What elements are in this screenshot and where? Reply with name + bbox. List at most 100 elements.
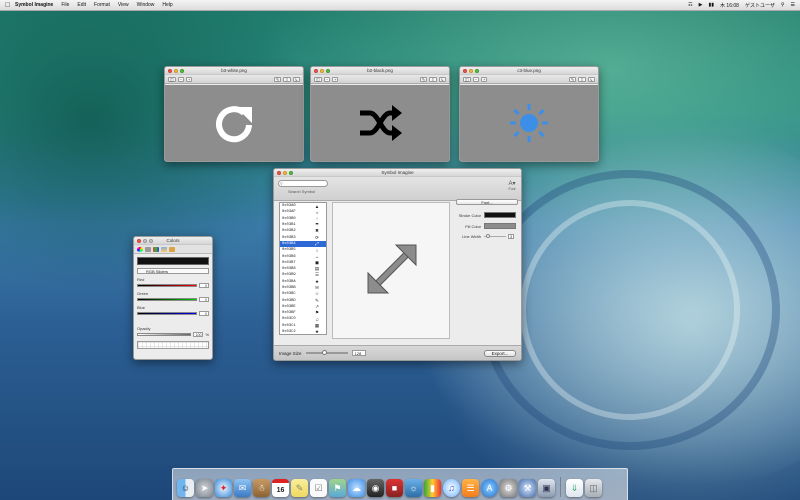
menu-edit[interactable]: Edit	[77, 2, 86, 8]
symbol-glyph-icon: ☂	[314, 222, 320, 228]
font-popup[interactable]: Font...	[456, 199, 518, 205]
mail-icon[interactable]: ✉	[234, 479, 251, 497]
image-size-field[interactable]: 128	[351, 350, 366, 356]
image-palette-icon[interactable]	[161, 247, 167, 252]
notification-center-icon[interactable]: ☰	[791, 2, 795, 8]
fill-color-well[interactable]	[484, 223, 516, 229]
image-size-slider[interactable]	[305, 350, 348, 356]
calendar-icon[interactable]: 16	[272, 479, 289, 497]
menu-clock[interactable]: 木 16:08	[720, 2, 739, 9]
ibooks-icon[interactable]: ☰	[462, 479, 479, 497]
list-item[interactable]: 0x03C2 ★	[280, 329, 326, 334]
wifi-icon[interactable]: ☶	[688, 2, 692, 8]
zoom-out-icon[interactable]: −	[323, 76, 331, 82]
menu-format[interactable]: Format	[94, 2, 110, 8]
menu-file[interactable]: File	[61, 2, 69, 8]
green-slider[interactable]	[137, 298, 197, 301]
close-button[interactable]	[463, 68, 467, 73]
spotlight-icon[interactable]: ⚲	[781, 2, 785, 8]
green-value[interactable]: 0	[199, 297, 209, 302]
system-preferences-icon[interactable]: ⚙	[500, 479, 517, 497]
notes-icon[interactable]: ✎	[291, 479, 308, 497]
zoom-button[interactable]	[475, 68, 479, 73]
slider-knob[interactable]	[321, 350, 327, 356]
downloads-stack-icon[interactable]: ⇓	[566, 479, 583, 497]
iphoto-icon[interactable]: ☼	[405, 479, 422, 497]
launchpad-icon[interactable]: ➤	[196, 479, 213, 497]
edit-icon[interactable]: ↳	[438, 76, 446, 82]
edit-icon[interactable]: ↳	[587, 76, 595, 82]
slider-mode-select[interactable]: RGB Sliders	[137, 268, 209, 274]
zoom-in-icon[interactable]: +	[481, 76, 488, 82]
facetime-icon[interactable]: ◉	[367, 479, 384, 497]
share-icon[interactable]: ⇧	[578, 76, 586, 82]
close-button[interactable]	[168, 68, 172, 73]
minimize-button[interactable]	[283, 170, 287, 175]
reminders-icon[interactable]: ☑	[310, 479, 327, 497]
line-width-slider[interactable]	[484, 233, 506, 238]
edit-icon[interactable]: ↳	[292, 76, 300, 82]
palette-icon[interactable]	[153, 247, 159, 252]
zoom-out-icon[interactable]: −	[177, 76, 185, 82]
stroke-color-well[interactable]	[484, 212, 516, 218]
annotate-icon[interactable]: ✎	[568, 76, 577, 82]
minimize-button[interactable]	[174, 68, 178, 73]
battery-icon[interactable]: ▮▮	[709, 2, 715, 8]
menu-help[interactable]: Help	[162, 2, 172, 8]
slider-knob[interactable]	[486, 233, 490, 238]
finder-icon[interactable]: ☺	[177, 479, 194, 497]
minimize-button[interactable]	[469, 68, 473, 73]
blue-slider[interactable]	[137, 312, 197, 315]
zoom-button[interactable]	[326, 68, 330, 73]
red-value[interactable]: 0	[199, 283, 209, 288]
trash-icon[interactable]: ◫	[585, 479, 602, 497]
opacity-value[interactable]: 100	[193, 332, 204, 337]
symbol-list[interactable]: 0x03A0 ▲ 0x03AF ☼ 0x03B0 ↑ 0x03B1 ☂ 0x03B2 ✖ 0x03B…	[279, 202, 327, 335]
search-field[interactable]: ⚲	[278, 180, 328, 187]
menu-user[interactable]: ゲストユーザ	[745, 2, 775, 9]
color-wheel-icon[interactable]	[137, 247, 143, 252]
zoom-in-icon[interactable]: +	[186, 76, 193, 82]
close-button[interactable]	[137, 238, 141, 243]
close-button[interactable]	[314, 68, 318, 73]
photobooth-icon[interactable]: ■	[386, 479, 403, 497]
appstore-icon[interactable]: A	[481, 479, 498, 497]
numbers-icon[interactable]: ▮	[424, 479, 441, 497]
preview-app-icon[interactable]: ▣	[538, 479, 555, 497]
slider-mode-icon[interactable]	[145, 247, 151, 252]
color-swatches[interactable]	[137, 341, 209, 349]
export-button[interactable]: Export...	[484, 349, 516, 357]
zoom-in-icon[interactable]: +	[332, 76, 339, 82]
crayon-icon[interactable]	[169, 247, 175, 252]
wave-foam	[520, 200, 740, 420]
messages-icon[interactable]: ☁	[348, 479, 365, 497]
zoom-out-icon[interactable]: −	[472, 76, 480, 82]
line-width-field[interactable]: 3	[508, 234, 514, 239]
share-icon[interactable]: ⇧	[283, 76, 291, 82]
red-slider[interactable]	[137, 284, 197, 287]
sidebar-toggle-icon[interactable]: ◫	[168, 76, 176, 82]
safari-icon[interactable]: ✦	[215, 479, 232, 497]
volume-icon[interactable]: ▶	[699, 2, 703, 8]
contacts-icon[interactable]: ☃	[253, 479, 270, 497]
maps-icon[interactable]: ⚑	[329, 479, 346, 497]
annotate-icon[interactable]: ✎	[419, 76, 428, 82]
zoom-button[interactable]	[180, 68, 184, 73]
close-button[interactable]	[277, 170, 281, 175]
menu-app-name[interactable]: Symbol Imagine	[15, 2, 53, 8]
xcode-icon[interactable]: ⚒	[519, 479, 536, 497]
zoom-button[interactable]	[289, 170, 293, 175]
opacity-slider[interactable]	[137, 333, 192, 336]
share-icon[interactable]: ⇧	[429, 76, 437, 82]
menu-window[interactable]: Window	[137, 2, 155, 8]
menu-view[interactable]: View	[118, 2, 129, 8]
font-button[interactable]: A▾ Font	[507, 180, 517, 194]
sidebar-toggle-icon[interactable]: ◫	[463, 76, 471, 82]
annotate-icon[interactable]: ✎	[273, 76, 282, 82]
itunes-icon[interactable]: ♫	[443, 479, 460, 497]
minimize-button[interactable]	[320, 68, 324, 73]
blue-value[interactable]: 0	[199, 311, 209, 316]
sidebar-toggle-icon[interactable]: ◫	[314, 76, 322, 82]
current-color-well[interactable]	[137, 257, 209, 265]
apple-menu-icon[interactable]: 	[5, 2, 15, 9]
